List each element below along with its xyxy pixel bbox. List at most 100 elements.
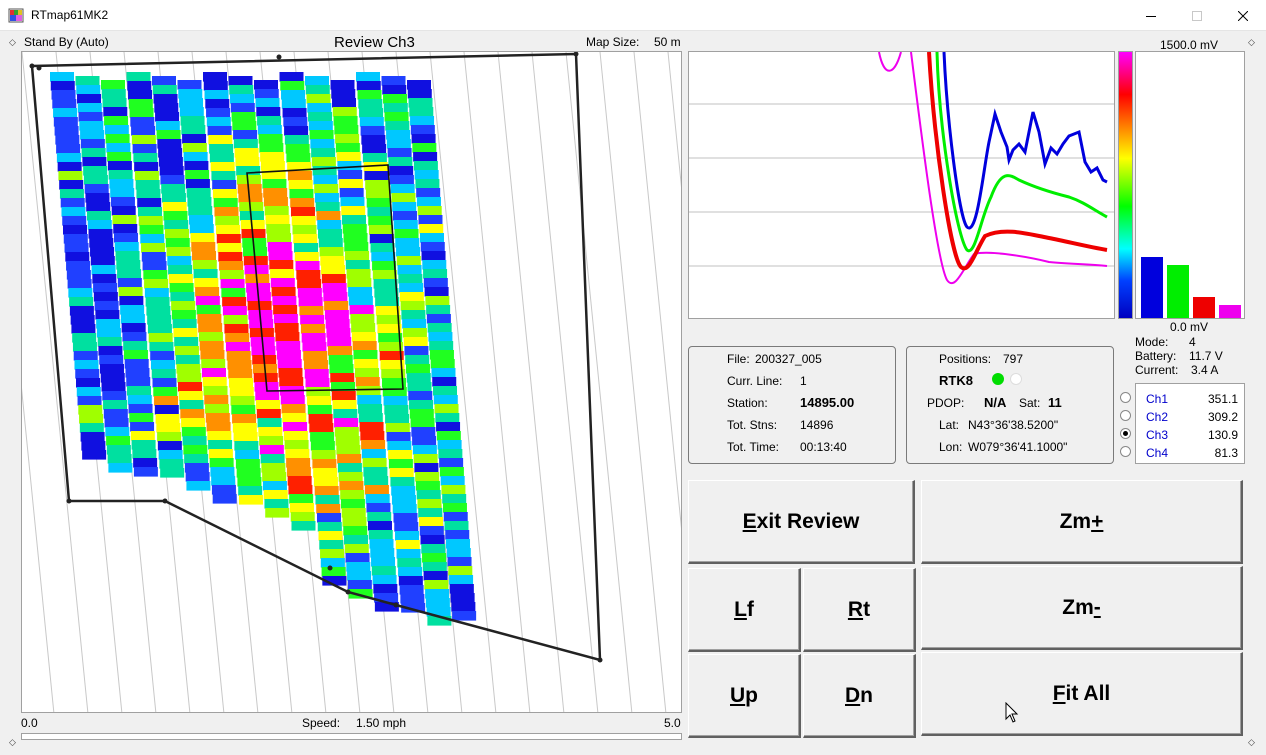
- channel-row[interactable]: Ch3 130.9: [1136, 426, 1246, 444]
- close-button[interactable]: [1220, 0, 1266, 31]
- heatmap-cell: [407, 89, 432, 99]
- heatmap-cell: [294, 243, 319, 253]
- fit-all-button[interactable]: Fit All: [921, 652, 1243, 736]
- resize-handle-top-right-icon[interactable]: ◇: [1248, 38, 1255, 47]
- zoom-out-text: Zm: [1062, 595, 1094, 619]
- heatmap-cell: [105, 427, 130, 437]
- lon-label: Lon:: [939, 440, 963, 454]
- heatmap-cell: [388, 157, 413, 167]
- heatmap-cell: [444, 521, 469, 531]
- heatmap-cell: [78, 405, 103, 415]
- heatmap-cell: [333, 116, 358, 126]
- heatmap-cell: [346, 269, 371, 279]
- rtk-fix-indicator-icon: [992, 373, 1004, 385]
- heatmap-cell: [156, 423, 181, 433]
- channel-radio-ch2[interactable]: [1120, 410, 1131, 421]
- heatmap-cell: [88, 229, 113, 239]
- graph-min-label: 0.0 mV: [1170, 320, 1209, 334]
- heatmap-cell: [219, 261, 244, 271]
- heatmap-cell: [173, 328, 198, 338]
- heatmap-cell: [220, 279, 245, 289]
- heatmap-cell: [409, 400, 434, 410]
- heatmap-cell: [99, 364, 124, 374]
- resize-handle-bottom-left-icon[interactable]: ◇: [9, 738, 16, 747]
- heatmap-cell: [436, 431, 461, 441]
- channel-row[interactable]: Ch4 81.3: [1136, 444, 1246, 462]
- heatmap-cell: [168, 265, 193, 275]
- heatmap-cell: [316, 513, 341, 523]
- heatmap-cell: [361, 449, 386, 459]
- heatmap-cell: [133, 153, 158, 163]
- heatmap-cell: [153, 94, 178, 104]
- down-button[interactable]: Dn: [803, 654, 916, 738]
- heatmap-cell: [290, 198, 315, 208]
- boundary-vertex: [327, 565, 333, 571]
- heatmap-cell: [187, 197, 212, 207]
- heatmap-cell: [342, 224, 367, 234]
- heatmap-cell: [334, 427, 359, 437]
- exit-review-text: xit Review: [756, 509, 860, 533]
- heatmap-cell: [202, 377, 227, 387]
- survey-map-canvas[interactable]: [22, 52, 682, 713]
- left-button[interactable]: Lf: [688, 568, 801, 652]
- survey-map[interactable]: [21, 51, 682, 713]
- heatmap-cell: [409, 409, 434, 419]
- heatmap-cell: [370, 243, 395, 253]
- exit-review-button[interactable]: Exit Review: [688, 480, 915, 564]
- horizontal-scrollbar[interactable]: [21, 733, 682, 740]
- heatmap-cell: [79, 423, 104, 433]
- channel-radio-ch3[interactable]: [1120, 428, 1131, 439]
- heatmap-cell: [238, 495, 263, 505]
- heatmap-cell: [423, 269, 448, 279]
- title-bar[interactable]: RTmap61MK2: [0, 0, 1266, 31]
- channel-row[interactable]: Ch2 309.2: [1136, 408, 1246, 426]
- heatmap-cell: [390, 184, 415, 194]
- heatmap-cell: [393, 220, 418, 230]
- heatmap-cell: [287, 476, 312, 486]
- channel-radio-ch1[interactable]: [1120, 392, 1131, 403]
- heatmap-cell: [52, 99, 77, 109]
- heatmap-cell: [386, 130, 411, 140]
- heatmap-cell: [409, 107, 434, 117]
- heatmap-cell: [337, 463, 362, 473]
- heatmap-cell: [343, 526, 368, 536]
- heatmap-cell: [221, 288, 246, 298]
- heatmap-cell: [366, 198, 391, 208]
- heatmap-cell: [331, 391, 356, 401]
- heatmap-cell: [356, 72, 380, 82]
- resize-handle-top-left-icon[interactable]: ◇: [9, 38, 16, 47]
- up-button[interactable]: Up: [688, 654, 801, 738]
- heatmap-cell: [278, 368, 303, 378]
- heatmap-cell: [308, 121, 333, 131]
- right-button[interactable]: Rt: [803, 568, 916, 652]
- heatmap-cell: [114, 242, 139, 252]
- heatmap-cell: [385, 121, 410, 131]
- heatmap-cell: [205, 99, 230, 109]
- resize-handle-bottom-right-icon[interactable]: ◇: [1248, 738, 1255, 747]
- heatmap-cell: [66, 261, 91, 271]
- heatmap-cell: [382, 85, 407, 95]
- minimize-button[interactable]: [1128, 0, 1174, 31]
- heatmap-cell: [137, 198, 162, 208]
- heatmap-cell: [425, 296, 450, 306]
- zoom-out-button[interactable]: Zm-: [921, 566, 1243, 650]
- heatmap-cell: [123, 341, 148, 351]
- heatmap-cell: [422, 562, 447, 572]
- zoom-in-button[interactable]: Zm+: [921, 480, 1243, 564]
- heatmap-cell: [349, 305, 374, 315]
- heatmap-cell: [257, 418, 282, 428]
- channel-radio-ch4[interactable]: [1120, 446, 1131, 457]
- maximize-button[interactable]: [1174, 0, 1220, 31]
- heatmap-cell: [208, 449, 233, 459]
- heatmap-cell: [325, 319, 350, 329]
- graph-max-label: 1500.0 mV: [1160, 38, 1219, 52]
- channel-row[interactable]: Ch1 351.1: [1136, 390, 1246, 408]
- heatmap-cell: [156, 130, 181, 140]
- heatmap-cell: [265, 508, 290, 518]
- heatmap-cell: [145, 297, 170, 307]
- heatmap-cell: [429, 350, 454, 360]
- heatmap-cell: [236, 166, 261, 176]
- pdop-value: N/A: [984, 395, 1007, 410]
- positions-value: 797: [1003, 352, 1024, 366]
- heatmap-cell: [395, 540, 420, 550]
